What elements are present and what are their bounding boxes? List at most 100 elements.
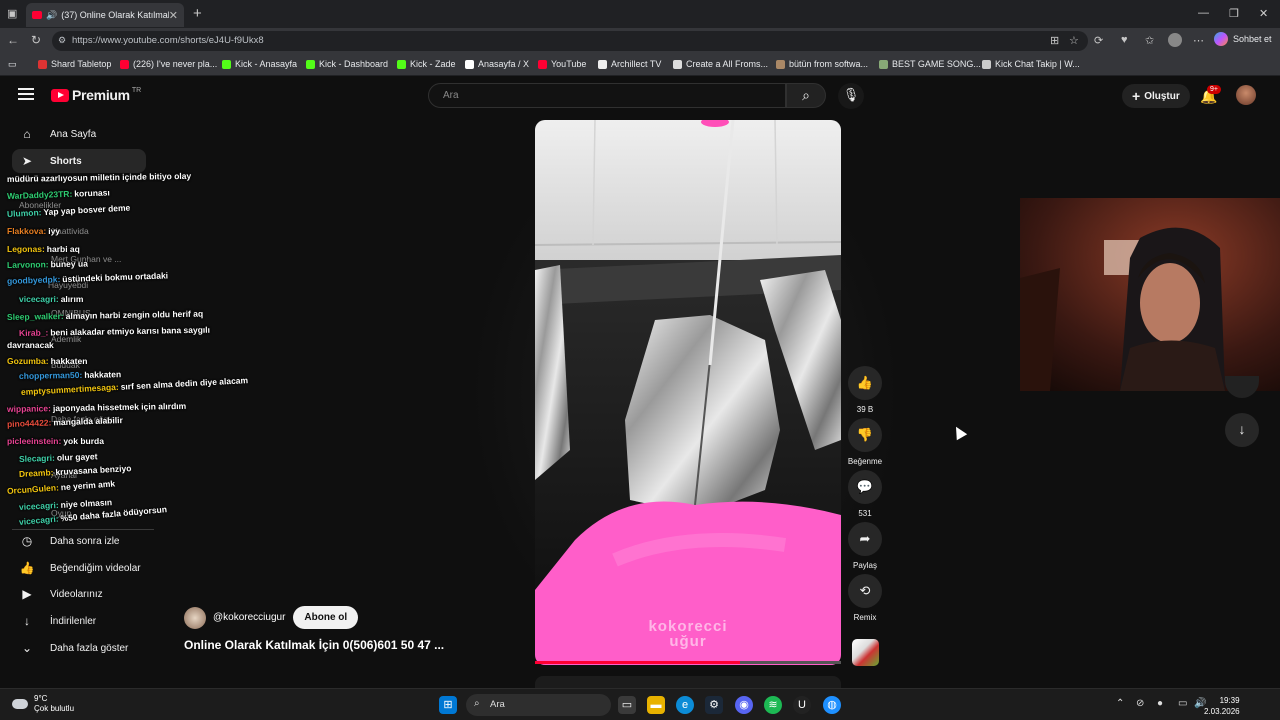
create-button[interactable]: + Oluştur xyxy=(1122,84,1190,108)
create-label: Oluştur xyxy=(1144,90,1180,102)
network-off-icon[interactable]: ⊘ xyxy=(1136,698,1144,709)
sound-thumbnail[interactable] xyxy=(852,639,879,666)
shorts-video-player[interactable] xyxy=(535,120,841,665)
unreal-engine-icon[interactable]: U xyxy=(793,696,811,714)
system-clock[interactable]: 19:39 2.03.2026 xyxy=(1204,695,1240,717)
maximize-icon[interactable]: ❐ xyxy=(1229,7,1239,20)
sidebar-item-liked-videos[interactable]: 👍 Beğendiğim videolar xyxy=(12,556,146,580)
task-view-icon[interactable]: ▭ xyxy=(618,696,636,714)
sidebar-item-home[interactable]: ⌂ Ana Sayfa xyxy=(12,122,146,146)
copilot-button[interactable]: Sohbet et xyxy=(1214,32,1272,46)
comments-action: 💬 531 xyxy=(848,470,882,518)
tray-overflow-icon[interactable]: ⌃ xyxy=(1116,698,1124,709)
like-button[interactable]: 👍 xyxy=(848,366,882,400)
bookmark-item[interactable]: Archillect TV xyxy=(598,59,661,69)
bookmark-item[interactable]: YouTube xyxy=(538,59,586,69)
bookmark-item[interactable]: bütün from softwa... xyxy=(776,59,868,69)
next-short-button[interactable]: ↓ xyxy=(1225,413,1259,447)
favorite-star-icon[interactable]: ☆ xyxy=(1069,34,1079,47)
browser-essentials-icon[interactable]: ♥ xyxy=(1121,34,1128,46)
screen: ▣ 🔊 (37) Online Olarak Katılmak İç ✕ + —… xyxy=(0,0,1280,720)
app-available-icon[interactable]: ⊞ xyxy=(1050,34,1059,47)
bookmark-favicon-icon xyxy=(982,59,991,69)
share-button[interactable]: ➦ xyxy=(848,522,882,556)
channel-name[interactable]: @kokorecciugur xyxy=(213,612,285,623)
extensions-icon[interactable]: ⟳ xyxy=(1094,34,1103,47)
file-explorer-icon[interactable]: ▬ xyxy=(647,696,665,714)
menu-icon[interactable] xyxy=(18,88,34,100)
close-window-icon[interactable]: ✕ xyxy=(1259,7,1268,20)
sidebar-item-watch-later[interactable]: ◷ Daha sonra izle xyxy=(12,529,146,553)
address-bar[interactable]: ⚙ https://www.youtube.com/shorts/eJ4U-f9… xyxy=(52,31,1088,51)
dislike-button[interactable]: 👎 xyxy=(848,418,882,452)
display-icon[interactable]: ▭ xyxy=(1178,698,1187,709)
discord-icon[interactable]: ◉ xyxy=(735,696,753,714)
bookmark-favicon-icon xyxy=(538,59,547,69)
search-input[interactable]: Ara xyxy=(428,83,786,108)
speaker-icon[interactable]: 🔊 xyxy=(46,10,57,21)
chat-message: picleeinstein: yok burda xyxy=(7,436,104,446)
bookmark-item[interactable]: Kick - Zade xyxy=(397,59,456,69)
chat-username: emptysummertimesaga: xyxy=(20,381,119,397)
chat-text: almayın harbi zengin oldu herif aq xyxy=(65,308,204,321)
bookmark-favicon-icon xyxy=(120,59,129,69)
bookmark-item[interactable]: Kick - Dashboard xyxy=(306,59,388,69)
chat-text: davranacak xyxy=(7,340,54,350)
search-button[interactable]: ⌕ xyxy=(786,83,826,108)
short-title[interactable]: Online Olarak Katılmak İçin 0(506)601 50… xyxy=(184,638,444,652)
chat-username: vicecagri: xyxy=(19,294,59,304)
bookmark-label: Kick - Zade xyxy=(410,59,456,69)
bookmarks-menu-icon[interactable]: ▭ xyxy=(8,59,17,70)
browser-tabbar: ▣ 🔊 (37) Online Olarak Katılmak İç ✕ + —… xyxy=(0,0,1280,28)
more-menu-icon[interactable]: ⋯ xyxy=(1193,34,1204,47)
start-icon[interactable]: ⊞ xyxy=(439,696,457,714)
search-icon: ⌕ xyxy=(802,87,810,103)
copilot-icon xyxy=(1214,32,1228,46)
site-info-icon[interactable]: ⚙ xyxy=(58,35,66,46)
reload-icon[interactable]: ↻ xyxy=(31,33,41,47)
sidebar-item-label: İndirilenler xyxy=(50,615,97,627)
steam-icon[interactable]: ⚙ xyxy=(705,696,723,714)
profile-icon[interactable] xyxy=(1168,33,1182,47)
share-label: Paylaş xyxy=(852,561,877,570)
sidebar-item-your-videos[interactable]: ▶ Videolarınız xyxy=(12,582,146,606)
taskbar-search[interactable]: ⌕ Ara xyxy=(466,694,611,716)
subscribe-button[interactable]: Abone ol xyxy=(293,606,359,629)
minimize-icon[interactable]: — xyxy=(1198,7,1209,19)
bookmark-item[interactable]: Kick Chat Takip | W... xyxy=(982,59,1080,69)
bookmark-item[interactable]: Anasayfa / X xyxy=(465,59,529,69)
bookmark-item[interactable]: Kick - Anasayfa xyxy=(222,59,297,69)
youtube-logo[interactable]: Premium TR xyxy=(51,87,141,103)
back-icon[interactable]: ← xyxy=(7,33,19,47)
sidebar-item-label: Daha fazla göster xyxy=(50,642,129,654)
cloud-icon xyxy=(12,699,28,709)
chat-message: müdürü azarlıyosun milletin içinde bitiy… xyxy=(7,171,191,184)
weather-widget[interactable]: 9°C Çok bulutlu xyxy=(12,694,74,714)
bookmark-label: (226) I've never pla... xyxy=(133,59,218,69)
bookmark-item[interactable]: (226) I've never pla... xyxy=(120,59,217,69)
tray-app-icon[interactable]: ● xyxy=(1157,698,1163,709)
comments-button[interactable]: 💬 xyxy=(848,470,882,504)
favorites-icon[interactable]: ✩ xyxy=(1145,34,1154,47)
account-avatar[interactable] xyxy=(1236,85,1256,105)
bookmark-item[interactable]: BEST GAME SONG... xyxy=(879,59,981,69)
browser-app-icon[interactable]: ◍ xyxy=(823,696,841,714)
new-tab-button[interactable]: + xyxy=(193,5,202,22)
bookmark-item[interactable]: Shard Tabletop xyxy=(38,59,111,69)
sidebar-item-label: Videolarınız xyxy=(50,588,103,600)
previous-short-button[interactable] xyxy=(1225,376,1259,398)
close-tab-icon[interactable]: ✕ xyxy=(169,9,178,22)
workspaces-icon[interactable]: ▣ xyxy=(7,7,17,20)
edge-icon[interactable]: e xyxy=(676,696,694,714)
bookmark-item[interactable]: Create a All Froms... xyxy=(673,59,768,69)
voice-search-button[interactable]: 🎙 xyxy=(838,83,864,109)
video-progress-bar[interactable] xyxy=(535,661,841,664)
tab-youtube-short[interactable]: 🔊 (37) Online Olarak Katılmak İç ✕ xyxy=(26,3,184,27)
sidebar-item-downloads[interactable]: ↓ İndirilenler xyxy=(12,609,146,633)
remix-button[interactable]: ⟲ xyxy=(848,574,882,608)
sidebar-item-show-more[interactable]: ⌄ Daha fazla göster xyxy=(12,636,146,660)
search-icon: ⌕ xyxy=(474,698,480,709)
download-icon: ↓ xyxy=(24,614,30,628)
spotify-icon[interactable]: ≋ xyxy=(764,696,782,714)
channel-avatar[interactable] xyxy=(184,606,206,629)
